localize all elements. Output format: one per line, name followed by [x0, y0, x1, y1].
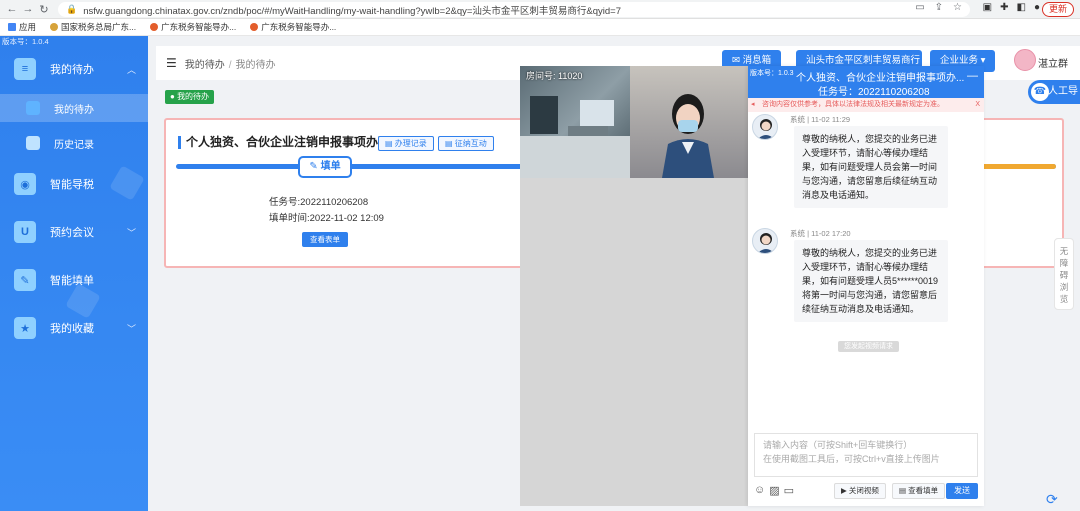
emoji-icon[interactable]: ☺ — [754, 484, 765, 497]
message-bubble: 尊敬的纳税人，您提交的业务已进入受理环节，请耐心等候办理结果，如有问题受理人员5… — [794, 240, 948, 322]
warning-icon: ◂ — [751, 101, 755, 108]
refresh-icon[interactable]: ⟳ — [1046, 491, 1058, 508]
chat-task-number: 任务号：2022110206208 — [818, 87, 930, 98]
image-icon[interactable]: ▨ — [769, 484, 779, 497]
sidebar-item-appointment[interactable]: U 预约会议 ﹀ — [0, 217, 148, 247]
todo-icon: ≡ — [14, 58, 36, 80]
sidebar-sub-my-todo[interactable]: 我的待办 — [0, 94, 148, 122]
chevron-down-icon: ﹀ — [126, 227, 136, 238]
chevron-down-icon: ▾ — [978, 55, 986, 66]
officer-avatar — [752, 228, 778, 254]
sidebar: 版本号：1.0.4 ≡ 我的待办 ︿ 我的待办 历史记录 ◉ 智能导税 U 预约… — [0, 36, 148, 511]
video-panel: 房间号: 11020 — [520, 66, 748, 506]
officer-image — [662, 94, 714, 178]
bookmark-apps[interactable]: 应用 — [8, 21, 36, 33]
browser-toolbar: ← → ↻ 🔒 nsfw.guangdong.chinatax.gov.cn/z… — [0, 0, 1080, 19]
url-text: nsfw.guangdong.chinatax.gov.cn/zndb/poc/… — [83, 5, 622, 17]
message-bubble: 尊敬的纳税人，您提交的业务已进入受理环节，请耐心等候办理结果，如有问题受理人员会… — [794, 126, 948, 208]
office-scene-image — [520, 96, 630, 178]
extension-icon[interactable]: ▣ — [983, 2, 992, 13]
chat-header: 版本号：1.0.3 个人独资、合伙企业注销申报事项办... 任务号：202211… — [748, 66, 984, 98]
list-icon — [26, 101, 40, 115]
chat-input[interactable]: 请输入内容（可按Shift+回车键换行） 在使用截图工具后，可按Ctrl+v直接… — [754, 433, 978, 477]
chat-warning: ◂ 咨询内容仅供参考，具体以法律法规及相关最新规定为准。 X — [748, 98, 984, 112]
avatar[interactable] — [1014, 49, 1036, 71]
mail-icon: ✉ — [732, 55, 743, 66]
chevron-down-icon: ﹀ — [126, 323, 136, 334]
local-video: 房间号: 11020 — [520, 66, 630, 178]
tax-emblem-icon — [150, 23, 159, 31]
sidebar-item-my-todo[interactable]: ≡ 我的待办 ︿ — [0, 54, 148, 84]
reload-icon[interactable]: ↻ — [36, 3, 52, 16]
meeting-icon: U — [14, 221, 36, 243]
document-icon: ▤ — [385, 139, 395, 148]
close-warning-icon[interactable]: X — [975, 98, 980, 112]
remote-video — [630, 66, 748, 178]
document-icon: ▤ — [899, 486, 909, 495]
address-bar[interactable]: 🔒 nsfw.guangdong.chinatax.gov.cn/zndb/po… — [58, 2, 970, 17]
breadcrumb-root[interactable]: 我的待办 — [185, 60, 225, 71]
send-button[interactable]: 发送 — [946, 483, 978, 499]
chat-icon: ▤ — [445, 139, 455, 148]
update-button[interactable]: 更新 — [1041, 2, 1074, 17]
interaction-button[interactable]: ▤ 征纳互动 — [438, 136, 494, 151]
share-icon[interactable]: ⇪ — [935, 2, 943, 13]
back-icon[interactable]: ← — [4, 3, 20, 15]
video-icon: ▶ — [841, 486, 849, 495]
tax-emblem-icon — [50, 23, 59, 31]
forward-icon[interactable]: → — [20, 3, 36, 15]
tax-emblem-icon — [250, 23, 259, 31]
menu-toggle-icon[interactable]: ☰ — [166, 56, 177, 70]
accessibility-toggle[interactable]: 无 障 碍 浏 览 — [1054, 238, 1074, 310]
step-fill-form: ✎ 填单 — [298, 156, 352, 178]
headset-icon: ☎ — [1031, 83, 1049, 101]
chat-title: 个人独资、合伙企业注销申报事项办... — [796, 73, 965, 84]
close-video-button[interactable]: ▶ 关闭视频 — [834, 483, 886, 499]
system-note: 您发起视频请求 — [838, 341, 899, 352]
chat-panel: 版本号：1.0.3 个人独资、合伙企业注销申报事项办... 任务号：202211… — [748, 66, 984, 506]
cast-icon[interactable]: ▭ — [915, 2, 924, 13]
chevron-up-icon: ︿ — [126, 64, 136, 75]
favorites-icon: ★ — [14, 317, 36, 339]
breadcrumb: 我的待办 / 我的待办 — [184, 59, 276, 71]
breadcrumb-current: 我的待办 — [235, 59, 276, 71]
handle-record-button[interactable]: ▤ 办理记录 — [378, 136, 434, 151]
bookmark-smart-guide-2[interactable]: 广东税务智能导办... — [250, 21, 336, 33]
status-badge: ● 我的待办 — [165, 90, 215, 104]
bookmark-tax-bureau[interactable]: 国家税务总局广东... — [50, 21, 136, 33]
bookmark-smart-guide-1[interactable]: 广东税务智能导办... — [150, 21, 236, 33]
video-strip: 房间号: 11020 — [520, 66, 748, 178]
view-fill-button[interactable]: ▤ 查看填单 — [892, 483, 946, 499]
bookmarks-bar: 应用 国家税务总局广东... 广东税务智能导办... 广东税务智能导办... — [0, 19, 1080, 36]
form-icon: ✎ — [14, 269, 36, 291]
sidebar-item-smart-guide[interactable]: ◉ 智能导税 — [0, 169, 148, 199]
room-number: 房间号: 11020 — [526, 71, 583, 81]
edit-icon: ✎ — [309, 161, 321, 172]
chat-version: 版本号：1.0.3 — [750, 70, 794, 77]
sidebar-item-smart-form[interactable]: ✎ 智能填单 — [0, 265, 148, 295]
profile-icon[interactable]: ● — [1034, 2, 1040, 13]
sidebar-item-favorites[interactable]: ★ 我的收藏 ﹀ — [0, 313, 148, 343]
view-form-button[interactable]: 查看表单 — [302, 232, 348, 247]
sidepanel-icon[interactable]: ◧ — [1017, 2, 1026, 13]
officer-avatar — [752, 114, 778, 140]
folder-icon[interactable]: ▭ — [784, 484, 794, 497]
task-title: 个人独资、合伙企业注销申报事项办理 — [178, 136, 390, 149]
puzzle-icon[interactable]: ✚ — [1000, 2, 1008, 13]
guide-icon: ◉ — [14, 173, 36, 195]
task-number: 任务号:2022110206208 — [269, 197, 369, 208]
sidebar-version: 版本号：1.0.4 — [2, 37, 49, 46]
apps-grid-icon — [8, 23, 16, 31]
sidebar-sub-history[interactable]: 历史记录 — [0, 129, 148, 157]
history-icon — [26, 136, 40, 150]
username[interactable]: 湛立群 — [1038, 55, 1068, 70]
fill-time: 填单时间:2022-11-02 12:09 — [269, 213, 384, 224]
star-icon[interactable]: ☆ — [953, 2, 962, 13]
chat-toolbar: ☺ ▨ ▭ — [754, 484, 794, 497]
lock-icon: 🔒 — [66, 4, 78, 14]
minimize-icon[interactable]: — — [967, 70, 978, 82]
manual-guide-button[interactable]: ☎ 人工导 — [1028, 80, 1080, 104]
